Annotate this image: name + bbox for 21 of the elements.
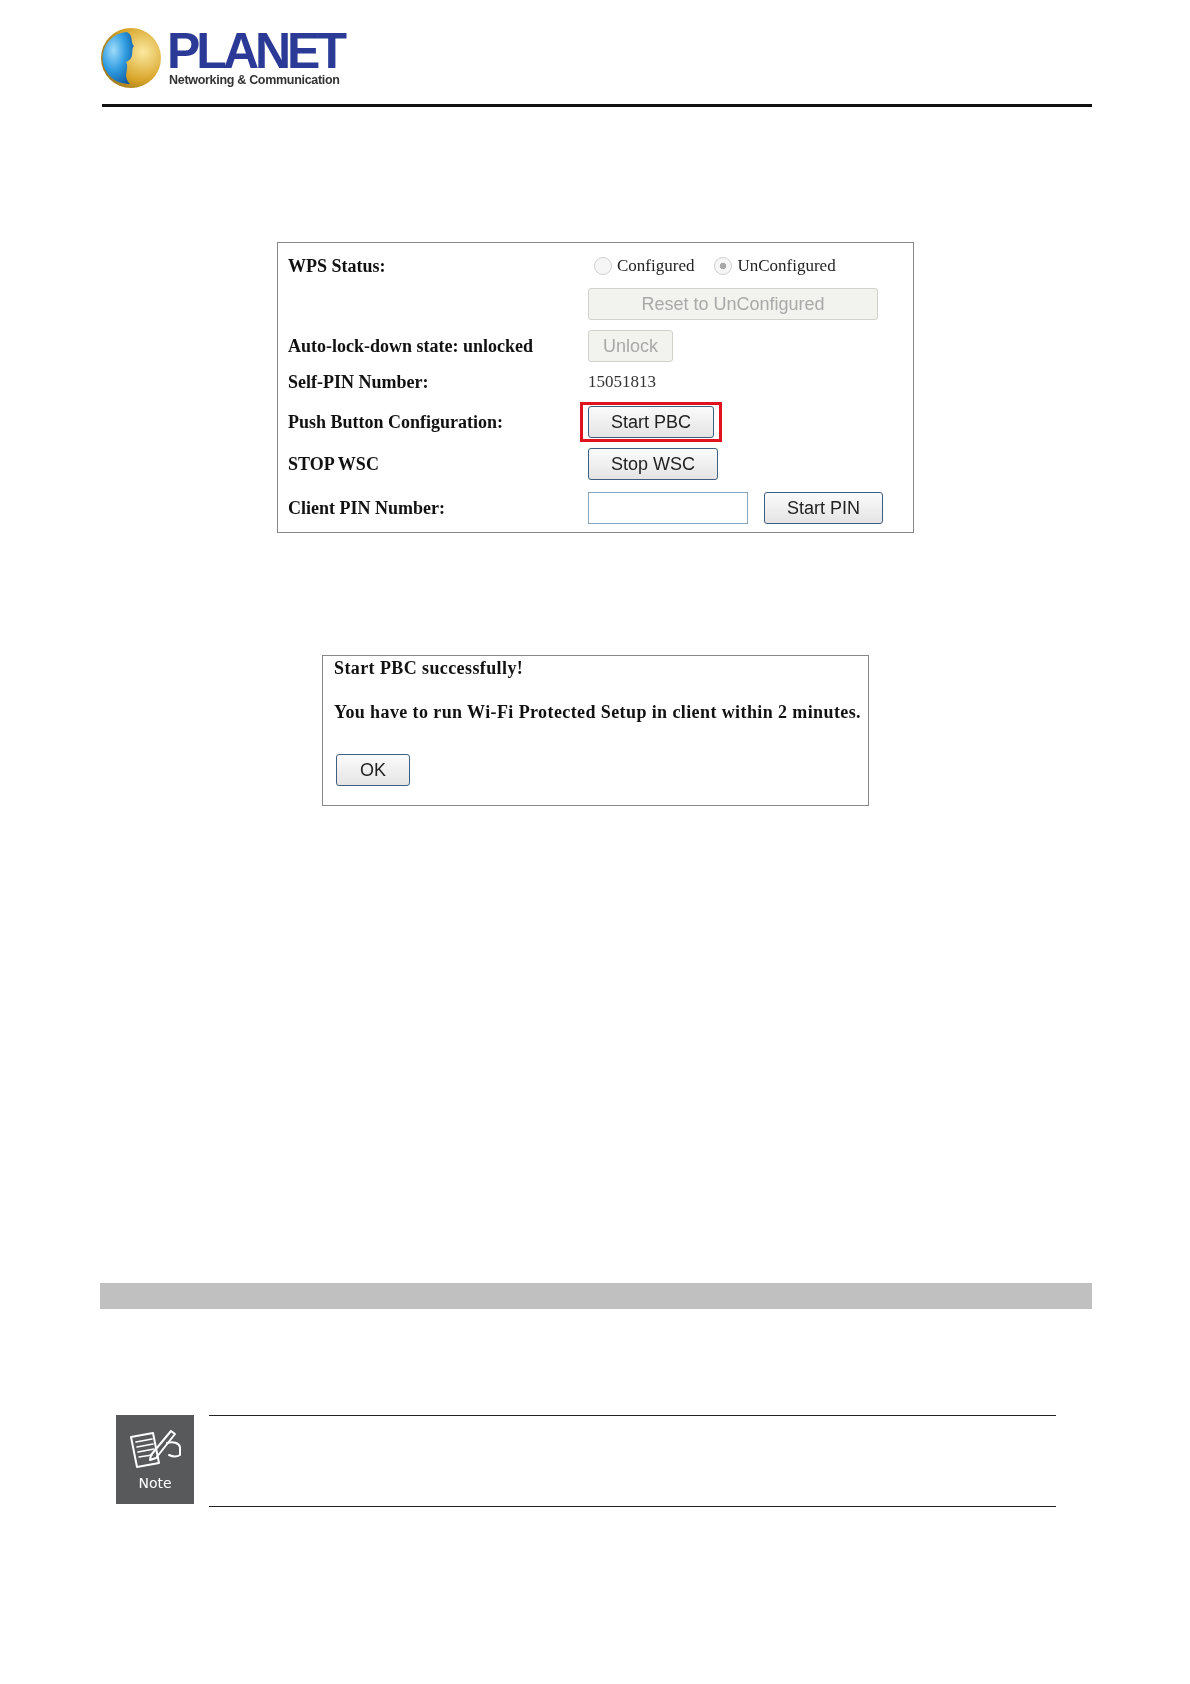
radio-label: UnConfigured [737,256,836,276]
dialog-message: You have to run Wi-Fi Protected Setup in client within 2 minutes. [334,702,862,723]
radio-label: Configured [617,256,695,276]
action-button[interactable]: Start PBC [588,406,715,438]
field-label: Auto-lock-down state: unlocked [288,335,533,357]
pin-value: 15051813 [588,372,656,392]
note-label: Note [138,1475,172,1491]
action-button[interactable]: Stop WSC [588,448,719,480]
field-label: STOP WSC [288,453,379,475]
field-label: Push Button Configuration: [288,411,504,433]
brand-name: PLANET [167,28,343,73]
action-button[interactable]: Start PIN [764,492,884,524]
pin-input-field[interactable] [588,492,748,524]
field-label: Self-PIN Number: [288,371,429,393]
field-label: WPS Status: [288,255,386,278]
globe-logo-icon [100,28,162,88]
notepad-pen-icon [127,1427,183,1469]
brand-tagline: Networking & Communication [169,72,340,88]
field-label: Client PIN Number: [288,497,445,519]
dialog-title: Start PBC successfully! [334,658,524,679]
ok-button[interactable]: OK [336,754,410,786]
